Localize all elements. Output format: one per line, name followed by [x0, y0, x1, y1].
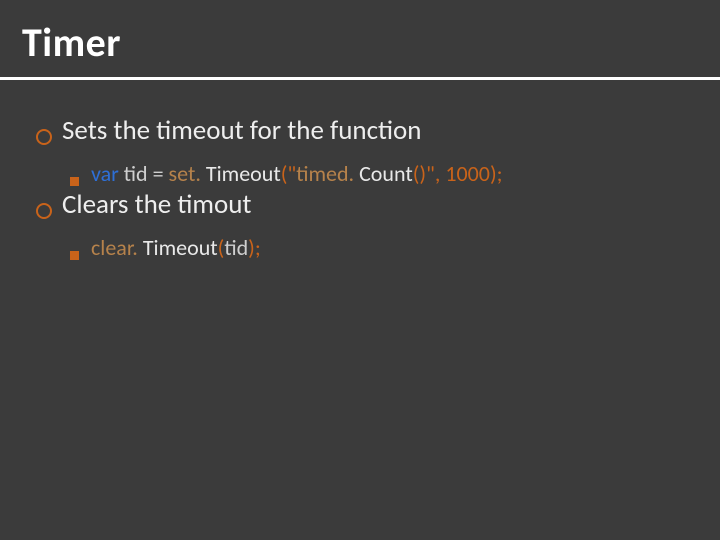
hollow-circle-icon — [36, 129, 52, 145]
hollow-circle-icon — [36, 203, 52, 219]
title-area: Timer — [0, 0, 720, 73]
square-bullet-icon — [70, 177, 79, 186]
slide-title: Timer — [22, 18, 702, 67]
bullet-text: Sets the timeout for the function — [62, 114, 421, 148]
square-bullet-icon — [70, 251, 79, 260]
bullet-level-1: Clears the timout — [36, 188, 696, 222]
slide: Timer Sets the timeout for the function … — [0, 0, 720, 540]
content-area: Sets the timeout for the function var ti… — [0, 80, 720, 263]
bullet-level-2: clear. Timeout(tid); — [70, 234, 696, 263]
code-line: var tid = set. Timeout("timed. Count()",… — [91, 160, 503, 189]
code-line: clear. Timeout(tid); — [91, 234, 261, 263]
bullet-level-2: var tid = set. Timeout("timed. Count()",… — [70, 160, 696, 189]
bullet-level-1: Sets the timeout for the function — [36, 114, 696, 148]
bullet-text: Clears the timout — [62, 188, 251, 222]
